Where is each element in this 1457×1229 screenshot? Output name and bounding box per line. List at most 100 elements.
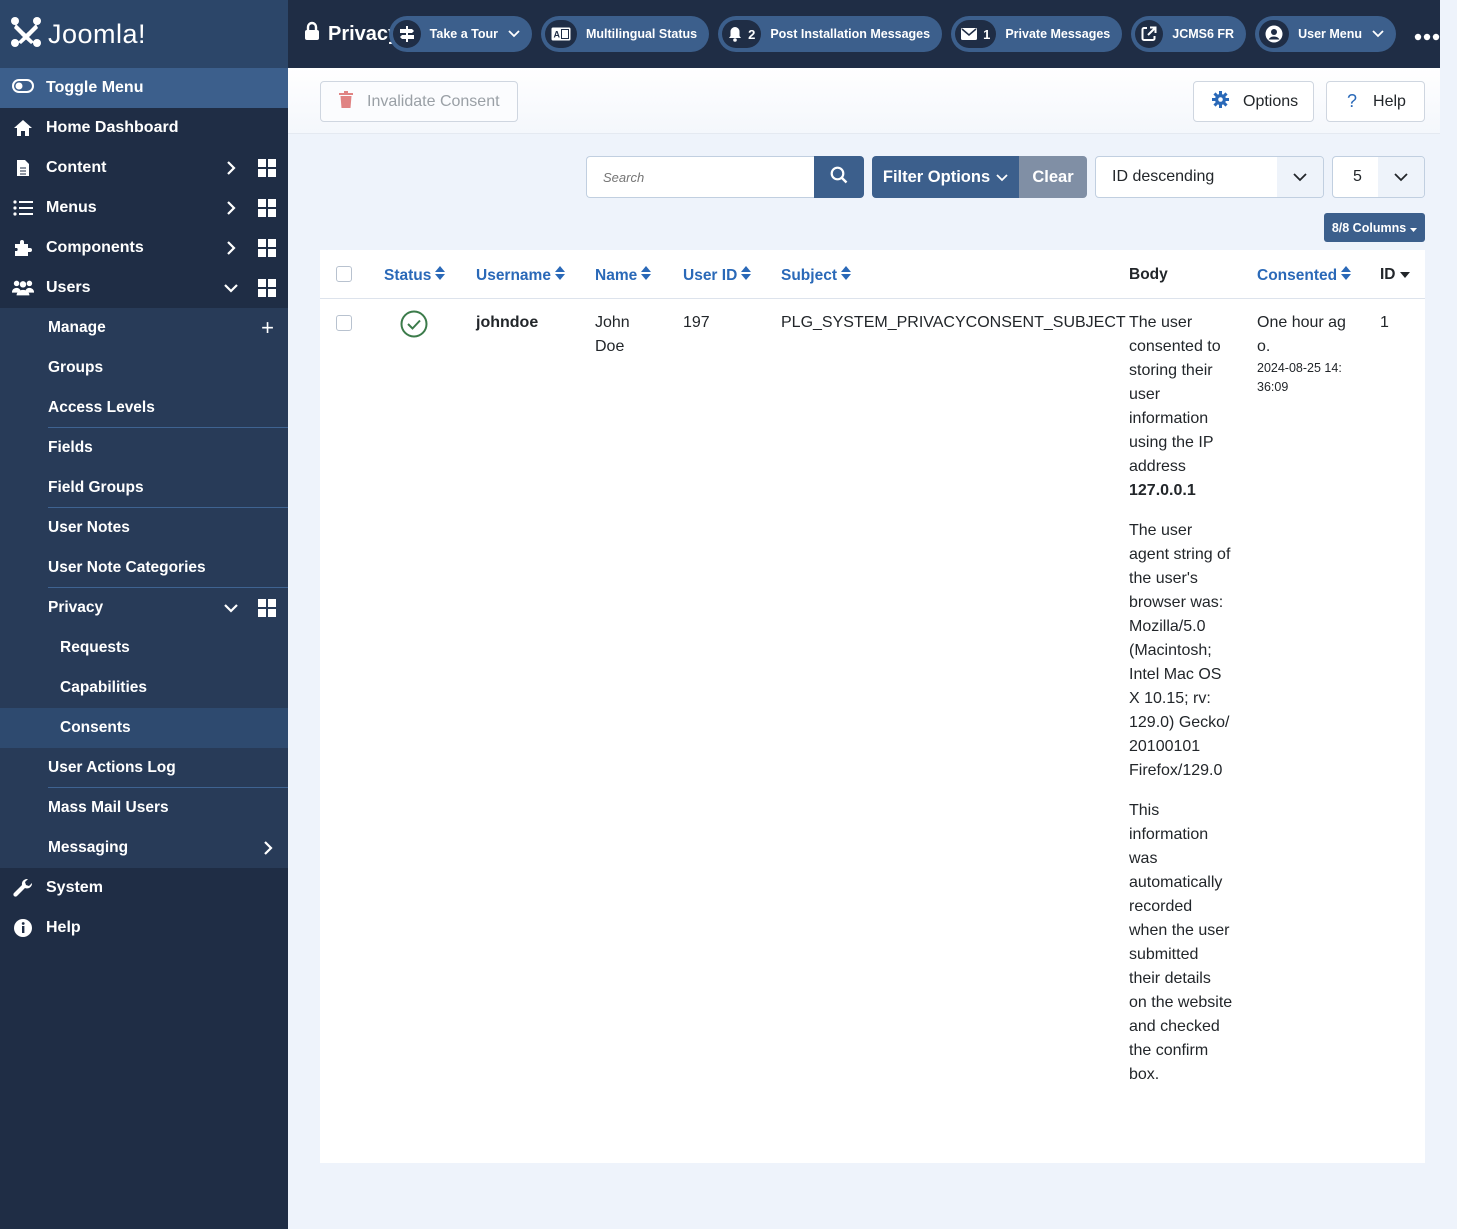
column-header-id[interactable]: ID: [1380, 266, 1410, 284]
caret-down-icon: [1410, 221, 1418, 235]
dashboard-grid-icon[interactable]: [257, 239, 277, 257]
subject-cell: PLG_SYSTEM_PRIVACYCONSENT_SUBJECT: [781, 314, 1126, 331]
clear-button[interactable]: Clear: [1019, 156, 1087, 198]
dashboard-grid-icon[interactable]: [257, 199, 277, 217]
help-button[interactable]: ? Help: [1326, 81, 1425, 122]
chevron-right-icon[interactable]: [221, 160, 241, 176]
column-header-user-id[interactable]: User ID: [683, 266, 752, 285]
private-messages-button[interactable]: 1 Private Messages: [951, 16, 1123, 52]
ordering-select[interactable]: ID descending: [1095, 156, 1324, 198]
column-header-name[interactable]: Name: [595, 266, 652, 285]
plus-icon[interactable]: +: [261, 315, 274, 341]
sort-icon: [1341, 266, 1352, 285]
user-circle-icon: [1259, 20, 1290, 48]
site-link-button[interactable]: JCMS6 FR: [1131, 16, 1247, 52]
dashboard-grid-icon[interactable]: [257, 279, 277, 297]
sidebar-item-user-note-categories[interactable]: User Note Categories: [0, 548, 288, 588]
sidebar-item-user-notes[interactable]: User Notes: [0, 508, 288, 548]
logo-text: Joomla!: [48, 18, 147, 49]
wrench-icon: [12, 878, 34, 898]
bell-icon: 2: [722, 20, 762, 48]
sidebar: Joomla! Toggle Menu Home Dashboard Conte…: [0, 0, 288, 1229]
sidebar-item-fields[interactable]: Fields: [0, 428, 288, 468]
invalidate-consent-button[interactable]: Invalidate Consent: [320, 81, 518, 122]
sort-icon: [435, 266, 446, 285]
chevron-down-icon: [1378, 157, 1424, 197]
list-limit-select[interactable]: 5: [1332, 156, 1425, 198]
consented-relative: One hour ago.: [1257, 314, 1346, 355]
sidebar-item-mass-mail-users[interactable]: Mass Mail Users: [0, 788, 288, 828]
signpost-icon: [392, 20, 421, 48]
columns-toggle-button[interactable]: 8/8 Columns: [1324, 213, 1425, 242]
user-menu-button[interactable]: User Menu: [1255, 16, 1396, 52]
page-title: Privacy: Cor: [288, 21, 403, 47]
take-a-tour-button[interactable]: Take a Tour: [388, 16, 532, 52]
sidebar-item-field-groups[interactable]: Field Groups: [0, 468, 288, 508]
consented-date: 2024-08-25 14:36:09: [1257, 361, 1342, 394]
chevron-down-icon: [996, 168, 1008, 187]
sort-icon: [554, 266, 565, 285]
column-header-status[interactable]: Status: [384, 266, 446, 285]
chevron-right-icon[interactable]: [221, 240, 241, 256]
body-cell: The user consented to storing their user…: [1129, 311, 1233, 1103]
sort-icon: [641, 266, 652, 285]
chevron-down-icon[interactable]: [221, 603, 241, 613]
dashboard-grid-icon[interactable]: [257, 599, 277, 617]
options-button[interactable]: Options: [1193, 81, 1314, 122]
svg-text:A: A: [553, 30, 560, 40]
sidebar-item-manage[interactable]: Manage +: [0, 308, 288, 348]
sidebar-item-groups[interactable]: Groups: [0, 348, 288, 388]
users-icon: [12, 279, 34, 297]
post-installation-messages-button[interactable]: 2 Post Installation Messages: [718, 16, 943, 52]
body-paragraph-user-agent: The user agent string of the user's brow…: [1129, 522, 1231, 779]
sidebar-item-messaging[interactable]: Messaging: [0, 828, 288, 868]
filter-options-button[interactable]: Filter Options: [872, 156, 1019, 198]
multilingual-status-button[interactable]: A Multilingual Status: [540, 16, 710, 52]
more-options-icon[interactable]: [1414, 20, 1440, 48]
sidebar-item-help[interactable]: Help: [0, 908, 288, 948]
header-divider: [320, 298, 1425, 299]
sidebar-item-menus[interactable]: Menus: [0, 188, 288, 228]
sidebar-item-user-actions-log[interactable]: User Actions Log: [0, 748, 288, 788]
chevron-right-icon[interactable]: [258, 840, 278, 856]
sort-desc-icon: [1399, 266, 1410, 284]
toggle-menu-button[interactable]: Toggle Menu: [0, 68, 288, 108]
sidebar-item-users[interactable]: Users: [0, 268, 288, 308]
chevron-down-icon[interactable]: [221, 283, 241, 293]
chevron-down-icon: [508, 30, 520, 38]
body-paragraph-ip: The user consented to storing their user…: [1129, 314, 1221, 499]
ip-address: 127.0.0.1: [1129, 482, 1196, 499]
info-icon: [12, 918, 34, 938]
status-valid-icon[interactable]: [400, 310, 428, 343]
column-header-consented[interactable]: Consented: [1257, 266, 1352, 285]
column-header-username[interactable]: Username: [476, 266, 565, 285]
dashboard-grid-icon[interactable]: [257, 159, 277, 177]
user-id-cell: 197: [683, 314, 710, 331]
sidebar-item-consents[interactable]: Consents: [0, 708, 288, 748]
sidebar-item-privacy[interactable]: Privacy: [0, 588, 288, 628]
gear-icon: [1212, 90, 1229, 113]
sidebar-item-system[interactable]: System: [0, 868, 288, 908]
row-checkbox[interactable]: [336, 315, 352, 331]
consents-table: Status Username Name User ID Subject Bod…: [320, 250, 1425, 1163]
search-button[interactable]: [814, 156, 864, 198]
sidebar-item-capabilities[interactable]: Capabilities: [0, 668, 288, 708]
sort-icon: [840, 266, 851, 285]
joomla-logo[interactable]: Joomla!: [0, 0, 288, 68]
sidebar-item-access-levels[interactable]: Access Levels: [0, 388, 288, 428]
body-paragraph-notice: This information was automatically recor…: [1129, 802, 1233, 1083]
chevron-right-icon[interactable]: [221, 200, 241, 216]
lock-icon: [304, 21, 320, 47]
puzzle-icon: [12, 239, 34, 257]
search-input[interactable]: [586, 156, 814, 198]
trash-icon: [339, 90, 353, 113]
select-all-checkbox[interactable]: [336, 266, 352, 282]
header: Privacy: Cor Take a Tour A Multilingual …: [288, 0, 1440, 68]
users-submenu: Manage + Groups Access Levels Fields Fie…: [0, 308, 288, 868]
toggle-icon: [12, 78, 34, 98]
sidebar-item-home-dashboard[interactable]: Home Dashboard: [0, 108, 288, 148]
sidebar-item-content[interactable]: Content: [0, 148, 288, 188]
sidebar-item-components[interactable]: Components: [0, 228, 288, 268]
sidebar-item-requests[interactable]: Requests: [0, 628, 288, 668]
column-header-subject[interactable]: Subject: [781, 266, 851, 285]
